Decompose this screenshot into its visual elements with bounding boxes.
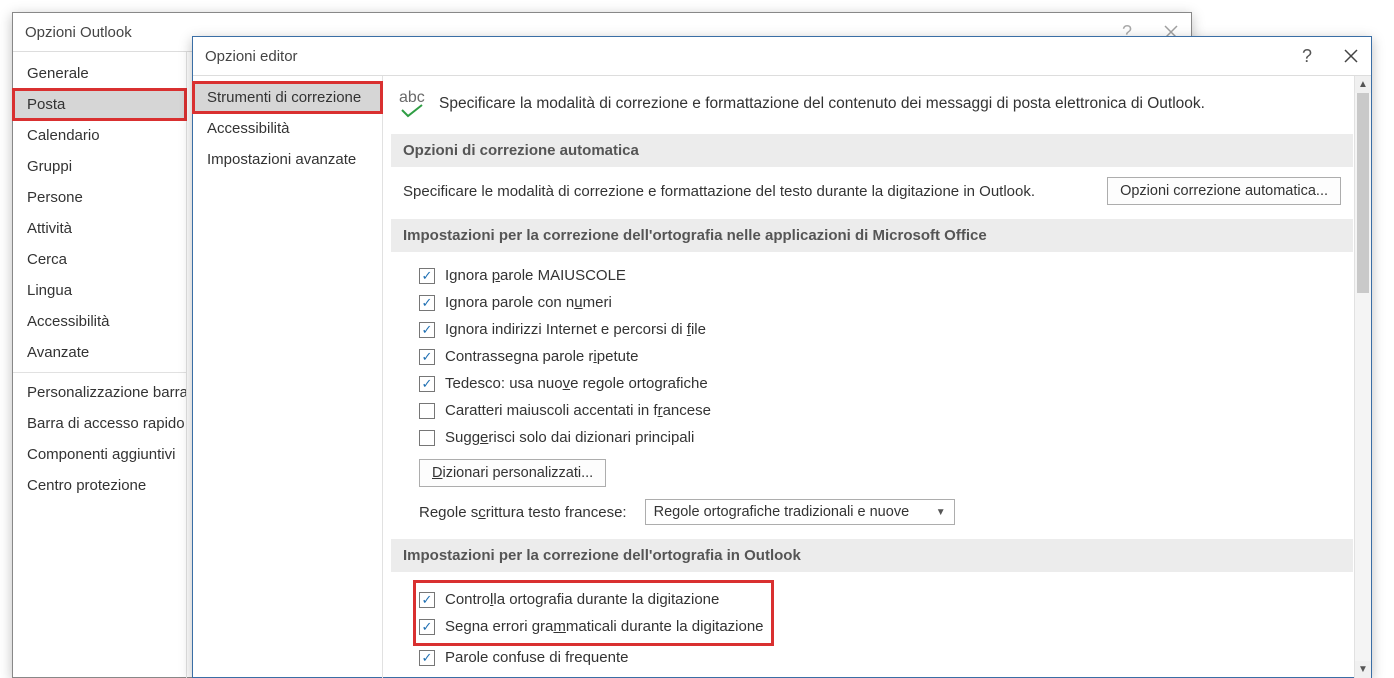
checkbox[interactable] — [419, 592, 435, 608]
checkbox[interactable] — [419, 268, 435, 284]
sidebar-item-calendario[interactable]: Calendario — [13, 120, 186, 151]
autocorrect-options-button[interactable]: Opzioni correzione automatica... — [1107, 177, 1341, 205]
spell-office-check-5[interactable]: Caratteri maiuscoli accentati in frances… — [419, 397, 1341, 424]
checkbox-label: Tedesco: usa nuove regole ortografiche — [445, 375, 708, 392]
editor-options-dialog: Opzioni editor Strumenti di correzioneAc… — [192, 36, 1372, 678]
sidebar-item-generale[interactable]: Generale — [13, 58, 186, 89]
intro-text: Specificare la modalità di correzione e … — [439, 95, 1205, 113]
spell-office-check-4[interactable]: Tedesco: usa nuove regole ortografiche — [419, 370, 1341, 397]
section-spell-outlook-header: Impostazioni per la correzione dell'orto… — [391, 539, 1353, 572]
sidebar-item-personalizzazione-barra[interactable]: Personalizzazione barra — [13, 377, 186, 408]
checkbox-label: Caratteri maiuscoli accentati in frances… — [445, 402, 711, 419]
sidebar-item-centro-protezione[interactable]: Centro protezione — [13, 470, 186, 501]
highlighted-options: Controlla ortografia durante la digitazi… — [415, 582, 772, 644]
spell-office-check-0[interactable]: Ignora parole MAIUSCOLE — [419, 262, 1341, 289]
editor-titlebar: Opzioni editor — [193, 37, 1371, 75]
french-rules-label: Regole scrittura testo francese: — [419, 504, 627, 521]
checkbox-label: Contrassegna parole ripetute — [445, 348, 638, 365]
spell-outlook-check-0[interactable]: Controlla ortografia durante la digitazi… — [419, 586, 764, 613]
checkbox[interactable] — [419, 403, 435, 419]
sidebar-item-gruppi[interactable]: Gruppi — [13, 151, 186, 182]
sidebar-item-barra-di-accesso-rapido[interactable]: Barra di accesso rapido — [13, 408, 186, 439]
scroll-thumb[interactable] — [1357, 93, 1369, 293]
checkbox-label: Segna errori grammaticali durante la dig… — [445, 618, 764, 635]
editor-title: Opzioni editor — [205, 48, 298, 65]
scroll-down-button[interactable]: ▼ — [1355, 661, 1371, 678]
checkbox-label: Suggerisci solo dai dizionari principali — [445, 429, 694, 446]
section-autocorrect-header: Opzioni di correzione automatica — [391, 134, 1353, 167]
spell-outlook-check-1[interactable]: Segna errori grammaticali durante la dig… — [419, 613, 764, 640]
checkbox-label: Controlla ortografia durante la digitazi… — [445, 591, 719, 608]
spell-outlook-extra-0[interactable]: Parole confuse di frequente — [419, 644, 1341, 671]
checkbox[interactable] — [419, 376, 435, 392]
sidebar-item-avanzate[interactable]: Avanzate — [13, 337, 186, 368]
sidebar-item-cerca[interactable]: Cerca — [13, 244, 186, 275]
spell-office-check-1[interactable]: Ignora parole con numeri — [419, 289, 1341, 316]
outlook-sidebar: GeneralePostaCalendarioGruppiPersoneAtti… — [13, 52, 187, 678]
spellcheck-icon: abc — [399, 90, 425, 118]
checkbox-label: Parole confuse di frequente — [445, 649, 628, 666]
french-rules-select[interactable]: Regole ortografiche tradizionali e nuove… — [645, 499, 955, 525]
section-spell-office-header: Impostazioni per la correzione dell'orto… — [391, 219, 1353, 252]
sidebar-item-accessibilità[interactable]: Accessibilità — [13, 306, 186, 337]
sidebar-item-persone[interactable]: Persone — [13, 182, 186, 213]
checkbox[interactable] — [419, 430, 435, 446]
close-icon[interactable] — [1343, 48, 1359, 64]
sidebar-item-impostazioni-avanzate[interactable]: Impostazioni avanzate — [193, 144, 382, 175]
checkbox[interactable] — [419, 619, 435, 635]
checkbox[interactable] — [419, 349, 435, 365]
checkbox-label: Ignora parole MAIUSCOLE — [445, 267, 626, 284]
autocorrect-description: Specificare le modalità di correzione e … — [403, 183, 1035, 200]
editor-content: abc Specificare la modalità di correzion… — [383, 76, 1371, 678]
sidebar-item-posta[interactable]: Posta — [13, 89, 186, 120]
chevron-down-icon: ▼ — [936, 507, 946, 518]
outlook-title: Opzioni Outlook — [25, 24, 132, 41]
custom-dictionaries-button[interactable]: Dizionari personalizzati... — [419, 459, 606, 487]
checkbox[interactable] — [419, 295, 435, 311]
spell-office-check-6[interactable]: Suggerisci solo dai dizionari principali — [419, 424, 1341, 451]
scroll-up-button[interactable]: ▲ — [1355, 76, 1371, 93]
sidebar-item-attività[interactable]: Attività — [13, 213, 186, 244]
help-icon[interactable] — [1299, 48, 1315, 64]
spell-office-check-2[interactable]: Ignora indirizzi Internet e percorsi di … — [419, 316, 1341, 343]
checkbox-label: Ignora indirizzi Internet e percorsi di … — [445, 321, 706, 338]
checkbox[interactable] — [419, 322, 435, 338]
sidebar-item-accessibilità[interactable]: Accessibilità — [193, 113, 382, 144]
sidebar-item-componenti-aggiuntivi[interactable]: Componenti aggiuntivi — [13, 439, 186, 470]
editor-sidebar: Strumenti di correzioneAccessibilitàImpo… — [193, 76, 383, 678]
spell-office-check-3[interactable]: Contrassegna parole ripetute — [419, 343, 1341, 370]
checkbox-label: Ignora parole con numeri — [445, 294, 612, 311]
sidebar-item-strumenti-di-correzione[interactable]: Strumenti di correzione — [193, 82, 382, 113]
sidebar-item-lingua[interactable]: Lingua — [13, 275, 186, 306]
checkbox[interactable] — [419, 650, 435, 666]
vertical-scrollbar[interactable]: ▲ ▼ — [1354, 76, 1371, 678]
